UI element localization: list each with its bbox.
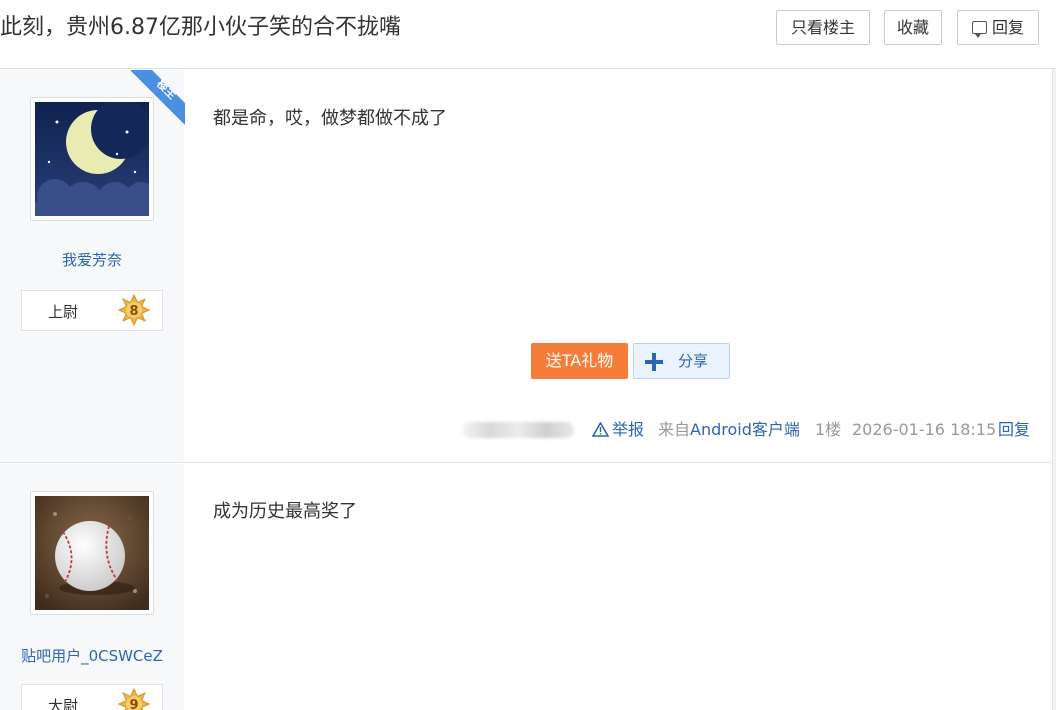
post-time: 2026-01-16 18:15 (852, 420, 997, 439)
report-label: 举报 (612, 420, 645, 439)
client-link[interactable]: Android客户端 (690, 420, 800, 439)
reply-button-label: 回复 (991, 18, 1024, 37)
rank-badge: 上尉 8 (21, 290, 163, 331)
comment-icon (971, 21, 987, 38)
report-link[interactable]: 举报 (592, 419, 644, 441)
plus-icon (645, 353, 663, 371)
rank-star-icon: 9 (118, 688, 150, 710)
rank-label: 上尉 (48, 303, 79, 321)
from-prefix: 来自 (658, 420, 691, 439)
post-item: 贴吧用户_0CSWCeZ 大尉 9 成为历史最高奖了 (0, 464, 1052, 710)
thread-header: 此刻，贵州6.87亿那小伙子笑的合不拢嘴 只看楼主 收藏 回复 (0, 0, 1056, 69)
blurred-ip (462, 422, 574, 438)
post-content: 成为历史最高奖了 (213, 501, 357, 522)
author-name[interactable]: 贴吧用户_0CSWCeZ (0, 645, 184, 666)
op-badge-icon: 楼主 (130, 70, 185, 125)
author-sidebar: 贴吧用户_0CSWCeZ 大尉 9 (0, 464, 184, 710)
send-gift-button[interactable]: 送TA礼物 (531, 343, 628, 379)
author-sidebar: 我爱芳奈 上尉 8 楼主 (0, 70, 185, 462)
client-source: 来自Android客户端 (658, 419, 800, 441)
baseball-avatar-icon (35, 496, 149, 610)
rank-level: 9 (129, 698, 138, 710)
only-op-button[interactable]: 只看楼主 (776, 10, 870, 45)
warning-icon (592, 422, 609, 437)
rank-badge: 大尉 9 (21, 684, 163, 710)
post-item: 我爱芳奈 上尉 8 楼主 都是命，哎，做梦都做不成了 送TA礼物 分享 举报 来… (0, 70, 1052, 463)
floor-number: 1楼 (815, 420, 842, 439)
author-name[interactable]: 我爱芳奈 (0, 249, 184, 270)
share-button[interactable]: 分享 (633, 343, 730, 379)
reply-button[interactable]: 回复 (957, 10, 1039, 45)
collect-button[interactable]: 收藏 (884, 10, 942, 45)
post-content: 都是命，哎，做梦都做不成了 (213, 108, 447, 129)
share-label: 分享 (678, 352, 709, 370)
avatar[interactable] (30, 491, 154, 615)
rank-label: 大尉 (48, 697, 79, 710)
rank-star-icon: 8 (118, 294, 150, 326)
post-reply-link[interactable]: 回复 (998, 419, 1030, 441)
scrollbar-track[interactable] (1052, 69, 1056, 710)
rank-level: 8 (129, 304, 138, 319)
thread-title: 此刻，贵州6.87亿那小伙子笑的合不拢嘴 (0, 15, 401, 40)
